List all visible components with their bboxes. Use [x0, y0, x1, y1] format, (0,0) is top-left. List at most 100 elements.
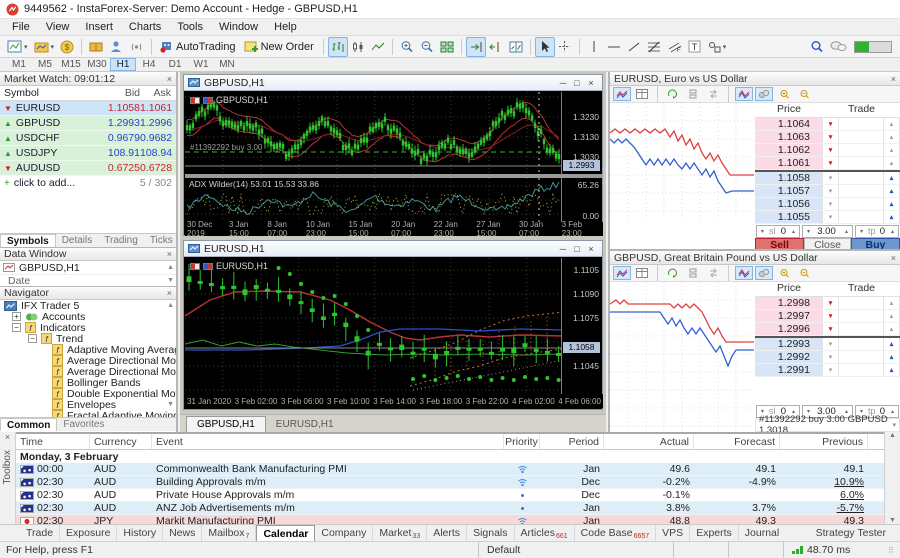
- price-axis[interactable]: 1.1105 1.1090 1.1075 1.1045 1.1058: [561, 258, 601, 394]
- menu-charts[interactable]: Charts: [121, 21, 169, 33]
- col-event[interactable]: Event: [152, 434, 504, 449]
- buy-tick-icon[interactable]: ▴: [884, 364, 900, 376]
- candlestick-mode-button[interactable]: [348, 37, 368, 57]
- trade-cell[interactable]: [839, 131, 884, 143]
- menu-help[interactable]: Help: [266, 21, 305, 33]
- panel-close-icon[interactable]: ×: [891, 74, 896, 84]
- zoom-out-button[interactable]: [417, 37, 437, 57]
- bid-row[interactable]: 1.1055▾▴: [755, 211, 900, 224]
- strategy-tester-label[interactable]: Strategy Tester: [816, 527, 900, 539]
- trade-cell[interactable]: [839, 338, 884, 350]
- minimize-icon[interactable]: ─: [556, 78, 570, 88]
- sell-tick-icon[interactable]: ▾: [823, 131, 839, 143]
- new-order-button[interactable]: New Order: [241, 37, 319, 57]
- tab-symbols[interactable]: Symbols: [0, 234, 56, 247]
- refresh-button[interactable]: [664, 87, 682, 101]
- stop-loss-stepper[interactable]: ▾sl0▴: [756, 225, 800, 238]
- sell-tick-icon[interactable]: ▾: [823, 211, 839, 223]
- tab-news[interactable]: News: [163, 525, 202, 541]
- menu-window[interactable]: Window: [211, 21, 266, 33]
- sell-tick-icon[interactable]: ▾: [823, 297, 839, 309]
- trade-cell[interactable]: [839, 310, 884, 322]
- dom-button[interactable]: [684, 87, 702, 101]
- panel-close-icon[interactable]: ×: [891, 253, 896, 263]
- tick-chart-canvas[interactable]: [610, 282, 754, 432]
- buy-tick-icon[interactable]: ▴: [884, 198, 900, 210]
- market-watch-row-eurusd[interactable]: ▼EURUSD 1.1058 1.1061: [0, 101, 176, 116]
- calendar-row[interactable]: 02:30 AUD Private House Approvals m/m De…: [16, 489, 884, 502]
- tab-company[interactable]: Company: [315, 525, 373, 541]
- col-time[interactable]: Time: [16, 434, 90, 449]
- horizontal-line-tool-button[interactable]: [604, 37, 624, 57]
- bid-row[interactable]: 1.2992▾▴: [755, 351, 900, 364]
- tab-details[interactable]: Details: [56, 234, 99, 247]
- transfer-button[interactable]: [704, 87, 722, 101]
- tree-item-indicator[interactable]: Fractal Adaptive Moving Aver: [0, 410, 176, 417]
- chevron-down-icon[interactable]: ▾: [892, 421, 896, 429]
- tf-m15[interactable]: M15: [58, 58, 84, 71]
- line-chart-mode-button[interactable]: [368, 37, 388, 57]
- tree-item-indicator[interactable]: Envelopes ▼: [0, 399, 176, 410]
- crosshair-tool-button[interactable]: [555, 37, 575, 57]
- tab-common[interactable]: Common: [0, 418, 57, 431]
- tree-item-indicator[interactable]: Bollinger Bands: [0, 377, 176, 388]
- dom-button[interactable]: [684, 266, 702, 280]
- market-watch-close-icon[interactable]: ×: [167, 74, 172, 84]
- tab-code-base[interactable]: Code Base6657: [575, 525, 657, 541]
- market-watch-row-gbpusd[interactable]: ▲GBPUSD 1.2993 1.2996: [0, 116, 176, 131]
- buy-tick-icon[interactable]: ▴: [884, 118, 900, 130]
- expand-icon[interactable]: [12, 312, 21, 321]
- scroll-down-icon[interactable]: ▼: [167, 401, 176, 408]
- tab-history[interactable]: History: [117, 525, 163, 541]
- price-axis[interactable]: 1.3230 1.3130 1.3030 1.2993: [561, 92, 601, 174]
- tf-m5[interactable]: M5: [32, 58, 58, 71]
- ask-row[interactable]: 1.1064▾▴: [755, 118, 900, 131]
- bid-row[interactable]: 1.1058▾▴: [755, 172, 900, 185]
- volume-coins-button[interactable]: [755, 87, 773, 101]
- tree-item-indicator[interactable]: Average Directional Movement: [0, 355, 176, 366]
- calendar-scrollbar[interactable]: ▲ ▼: [884, 432, 900, 524]
- tf-m30[interactable]: M30: [84, 58, 110, 71]
- trade-cell[interactable]: [839, 211, 884, 223]
- navigator-close-icon[interactable]: ×: [167, 288, 172, 298]
- trade-cell[interactable]: [839, 351, 884, 363]
- sell-tick-icon[interactable]: ▾: [823, 338, 839, 350]
- trade-cell[interactable]: [839, 144, 884, 156]
- tab-trading[interactable]: Trading: [98, 234, 144, 247]
- chart-window-titlebar[interactable]: GBPUSD,H1 ─ □ ×: [184, 75, 602, 91]
- menu-insert[interactable]: Insert: [77, 21, 121, 33]
- buy-tick-icon[interactable]: ▴: [884, 172, 900, 184]
- text-tool-button[interactable]: T: [685, 37, 705, 57]
- buy-tick-icon[interactable]: ▴: [884, 351, 900, 363]
- chart-shift-button[interactable]: [486, 37, 506, 57]
- tile-windows-button[interactable]: [437, 37, 457, 57]
- chat-button[interactable]: [827, 37, 850, 57]
- col-priority[interactable]: Priority: [504, 434, 540, 449]
- sell-tick-icon[interactable]: ▾: [823, 157, 839, 169]
- tab-articles[interactable]: Articles661: [515, 525, 575, 541]
- tf-m1[interactable]: M1: [6, 58, 32, 71]
- buy-tick-icon[interactable]: ▴: [884, 323, 900, 335]
- market-watch-add-row[interactable]: +click to add... 5 / 302: [0, 176, 176, 191]
- auto-scroll-button[interactable]: [466, 37, 486, 57]
- vertical-line-tool-button[interactable]: [584, 37, 604, 57]
- trade-cell[interactable]: [839, 157, 884, 169]
- status-profile[interactable]: Default: [478, 542, 673, 558]
- tf-w1[interactable]: W1: [188, 58, 214, 71]
- col-previous[interactable]: Previous: [780, 434, 868, 449]
- tf-mn[interactable]: MN: [214, 58, 240, 71]
- zoom-in-button[interactable]: [775, 87, 793, 101]
- depth-table-button[interactable]: [633, 87, 651, 101]
- tree-item-indicator[interactable]: Adaptive Moving Average: [0, 344, 176, 355]
- sell-tick-icon[interactable]: ▾: [823, 310, 839, 322]
- ask-row[interactable]: 1.2998▾▴: [755, 297, 900, 310]
- take-profit-stepper[interactable]: ▾tp0▴: [855, 225, 899, 238]
- buy-tick-icon[interactable]: ▴: [884, 338, 900, 350]
- tab-alerts[interactable]: Alerts: [427, 525, 467, 541]
- scroll-up-icon[interactable]: ▲: [167, 264, 176, 271]
- trade-cell[interactable]: [839, 172, 884, 184]
- zoom-in-button[interactable]: [775, 266, 793, 280]
- market-watch-button[interactable]: $: [57, 37, 77, 57]
- cursor-tool-button[interactable]: [535, 37, 555, 57]
- tab-favorites[interactable]: Favorites: [57, 418, 110, 431]
